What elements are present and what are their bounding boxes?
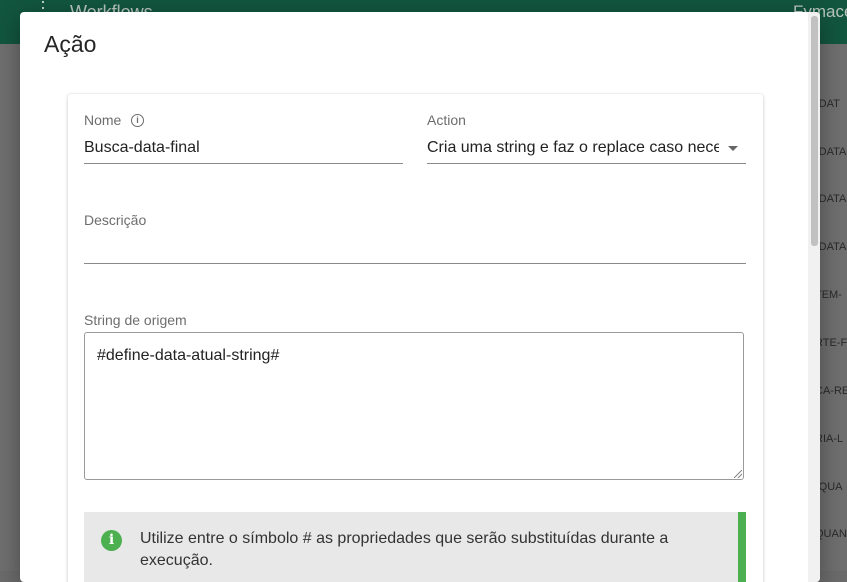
info-icon: i <box>101 530 122 551</box>
nome-label: Nome <box>84 112 122 128</box>
scrollbar-thumb[interactable] <box>811 16 818 246</box>
form-card: Nome i Busca-data-final Action Cria uma … <box>68 94 763 582</box>
descricao-label: Descrição <box>84 212 147 228</box>
action-label: Action <box>427 112 466 128</box>
info-icon[interactable]: i <box>131 114 144 127</box>
dialog-title: Ação <box>44 31 97 57</box>
dialog-scrollbar[interactable] <box>808 12 820 582</box>
nome-underline <box>84 163 403 164</box>
descricao-input[interactable] <box>84 240 744 260</box>
action-select[interactable]: Cria uma string e faz o replace caso nec… <box>427 139 719 157</box>
info-alert: i Utilize entre o símbolo # as proprieda… <box>84 512 746 582</box>
nome-input[interactable]: Busca-data-final <box>84 139 402 157</box>
string-origem-textarea[interactable]: #define-data-atual-string# <box>84 332 744 480</box>
string-origem-value: #define-data-atual-string# <box>97 347 280 364</box>
action-underline <box>427 163 746 164</box>
descricao-underline <box>84 263 746 264</box>
chevron-down-icon[interactable] <box>728 146 738 151</box>
action-dialog: Ação Nome i Busca-data-final Action Cria… <box>20 12 820 582</box>
string-origem-label: String de origem <box>84 312 187 328</box>
alert-text: Utilize entre o símbolo # as propriedade… <box>140 530 669 569</box>
resize-handle-icon[interactable] <box>734 470 742 478</box>
